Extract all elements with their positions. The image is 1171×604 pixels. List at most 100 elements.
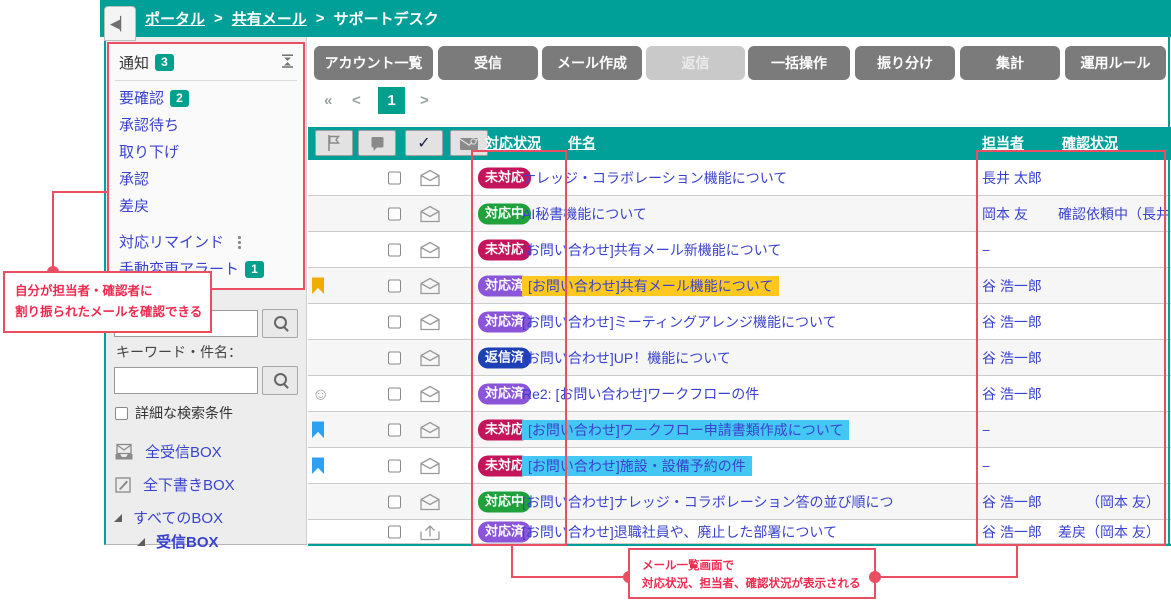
assignee-name[interactable]: 谷 浩一郎 bbox=[982, 312, 1070, 332]
assignee-name[interactable]: 谷 浩一郎 bbox=[982, 492, 1070, 512]
confirmation-status: （岡本 友） bbox=[1058, 492, 1171, 512]
mail-subject-link[interactable]: AI秘書機能について bbox=[517, 204, 962, 224]
mail-table-row[interactable]: 対応済[お問い合わせ]ミーティングアレンジ機能について谷 浩一郎 bbox=[308, 304, 1171, 340]
mail-status-filter-button[interactable] bbox=[450, 130, 488, 156]
row-checkbox[interactable] bbox=[388, 387, 401, 400]
sort-assignee-header[interactable]: 担当者 bbox=[982, 127, 1024, 160]
breadcrumb-shared-mail-link[interactable]: 共有メール bbox=[232, 8, 307, 29]
notification-item[interactable]: 差戻 bbox=[109, 193, 303, 220]
sort-status-header[interactable]: 対応状況 bbox=[485, 127, 541, 160]
mail-table-row[interactable]: 未対応ナレッジ・コラボレーション機能について長井 太郎 bbox=[308, 160, 1171, 196]
advanced-search-checkbox[interactable] bbox=[115, 407, 128, 420]
pagination-next-button[interactable]: > bbox=[420, 88, 429, 114]
breadcrumb-separator: > bbox=[316, 10, 325, 27]
more-options-icon[interactable] bbox=[238, 236, 241, 249]
mail-table-row[interactable]: ☺対応済Re2: [お問い合わせ]ワークフローの件谷 浩一郎 bbox=[308, 376, 1171, 412]
assignee-name[interactable]: 谷 浩一郎 bbox=[982, 522, 1070, 542]
mail-subject-link[interactable]: [お問い合わせ]施設・設備予約の件 bbox=[517, 456, 962, 476]
assignee-name[interactable]: − bbox=[982, 458, 1070, 474]
row-checkbox[interactable] bbox=[388, 171, 401, 184]
notification-item[interactable]: 承認 bbox=[109, 166, 303, 193]
mail-subject-link[interactable]: ナレッジ・コラボレーション機能について bbox=[517, 168, 962, 188]
smiley-icon: ☺ bbox=[312, 385, 329, 402]
row-checkbox[interactable] bbox=[388, 495, 401, 508]
mail-subject-link[interactable]: [お問い合わせ]共有メール機能について bbox=[517, 276, 962, 296]
search-button-1[interactable] bbox=[262, 309, 298, 338]
notification-item-label: 差戻 bbox=[119, 193, 149, 220]
pagination-prev-button[interactable]: < bbox=[352, 88, 361, 114]
toolbar-button-6[interactable]: 振り分け bbox=[855, 46, 955, 80]
notification-item[interactable]: 対応リマインド bbox=[109, 229, 303, 256]
gold-bookmark-icon bbox=[312, 277, 324, 294]
notification-item[interactable]: 要確認2 bbox=[109, 85, 303, 112]
row-checkbox[interactable] bbox=[388, 279, 401, 292]
toolbar-button-7[interactable]: 集計 bbox=[960, 46, 1060, 80]
row-checkbox[interactable] bbox=[388, 351, 401, 364]
flag-filter-button[interactable] bbox=[315, 130, 353, 156]
toolbar-button-8[interactable]: 運用ルール bbox=[1065, 46, 1166, 80]
search-icon bbox=[274, 373, 287, 386]
mail-closed-icon bbox=[419, 277, 441, 294]
mail-subject-link[interactable]: [お問い合わせ]ワークフロー申請書類作成について bbox=[517, 420, 962, 440]
mail-closed-icon bbox=[419, 241, 441, 258]
mail-person-icon bbox=[459, 136, 479, 151]
draft-icon bbox=[114, 476, 132, 494]
advanced-search-label: 詳細な検索条件 bbox=[135, 403, 233, 423]
note-filter-button[interactable] bbox=[358, 130, 396, 156]
mail-table-row[interactable]: 未対応[お問い合わせ]ワークフロー申請書類作成について− bbox=[308, 412, 1171, 448]
breadcrumb-portal-link[interactable]: ポータル bbox=[145, 8, 205, 29]
panel-collapse-icon[interactable] bbox=[280, 54, 295, 72]
toolbar-button-5[interactable]: 一括操作 bbox=[748, 46, 850, 80]
notification-panel-header: 通知 3 bbox=[109, 44, 303, 78]
toolbar-button-2[interactable]: 受信 bbox=[438, 46, 538, 80]
mail-table-row[interactable]: 対応済[お問い合わせ]共有メール機能について谷 浩一郎 bbox=[308, 268, 1171, 304]
collapse-arrow-icon: ◀▏ bbox=[110, 16, 130, 32]
row-checkbox[interactable] bbox=[388, 315, 401, 328]
mail-table-row[interactable]: 対応中AI秘書機能について岡本 友確認依頼中（長井 bbox=[308, 196, 1171, 232]
row-checkbox[interactable] bbox=[388, 207, 401, 220]
mail-table-row[interactable]: 対応済[お問い合わせ]退職社員や、廃止した部署について谷 浩一郎差戻（岡本 友） bbox=[308, 520, 1171, 544]
annotation-connector bbox=[1016, 546, 1018, 578]
mail-table-row[interactable]: 対応中[お問い合わせ]ナレッジ・コラボレーション答の並び順につ谷 浩一郎（岡本 … bbox=[308, 484, 1171, 520]
mail-table-row[interactable]: 未対応[お問い合わせ]共有メール新機能について− bbox=[308, 232, 1171, 268]
mail-subject-link[interactable]: Re2: [お問い合わせ]ワークフローの件 bbox=[517, 384, 962, 404]
mailbox-item[interactable]: 全下書きBOX bbox=[114, 474, 235, 495]
mail-subject-link[interactable]: [お問い合わせ]共有メール新機能について bbox=[517, 240, 962, 260]
sidebar-collapse-button[interactable]: ◀▏ bbox=[104, 6, 136, 41]
assignee-name[interactable]: − bbox=[982, 242, 1070, 258]
mailbox-item[interactable]: 全受信BOX bbox=[114, 441, 222, 462]
assignee-name[interactable]: 谷 浩一郎 bbox=[982, 276, 1070, 296]
row-checkbox[interactable] bbox=[388, 459, 401, 472]
assignee-name[interactable]: 岡本 友 bbox=[982, 204, 1070, 224]
mailbox-item[interactable]: すべてのBOX bbox=[114, 507, 223, 528]
mail-table-row[interactable]: 未対応[お問い合わせ]施設・設備予約の件− bbox=[308, 448, 1171, 484]
sort-subject-header[interactable]: 件名 bbox=[568, 127, 596, 160]
table-bottom-border bbox=[308, 544, 1171, 546]
mail-table-row[interactable]: 返信済[お問い合わせ]UP！機能について谷 浩一郎 bbox=[308, 340, 1171, 376]
toolbar-button-3[interactable]: メール作成 bbox=[542, 46, 642, 80]
notification-item[interactable]: 承認待ち bbox=[109, 112, 303, 139]
mail-subject-link[interactable]: [お問い合わせ]ミーティングアレンジ機能について bbox=[517, 312, 962, 332]
assignee-name[interactable]: 長井 太郎 bbox=[982, 168, 1070, 188]
search-input-keyword[interactable] bbox=[114, 367, 258, 394]
pagination-first-button[interactable]: « bbox=[324, 88, 332, 114]
annotation-list-note: メール一覧画面で 対応状況、担当者、確認状況が表示される bbox=[628, 548, 876, 599]
row-checkbox[interactable] bbox=[388, 423, 401, 436]
notifications-title: 通知 bbox=[119, 52, 149, 73]
row-checkbox[interactable] bbox=[388, 525, 401, 538]
mail-subject-link[interactable]: [お問い合わせ]退職社員や、廃止した部署について bbox=[517, 522, 962, 542]
notification-item-label: 承認待ち bbox=[119, 112, 179, 139]
toolbar-button-1[interactable]: アカウント一覧 bbox=[314, 46, 433, 80]
mailbox-item[interactable]: 受信BOX bbox=[137, 531, 219, 552]
mail-subject-link[interactable]: [お問い合わせ]ナレッジ・コラボレーション答の並び順につ bbox=[517, 492, 962, 512]
assignee-name[interactable]: − bbox=[982, 422, 1070, 438]
notification-item[interactable]: 取り下げ bbox=[109, 139, 303, 166]
sort-confirmation-header[interactable]: 確認状況 bbox=[1062, 127, 1118, 160]
search-button-keyword[interactable] bbox=[262, 366, 298, 395]
row-checkbox[interactable] bbox=[388, 243, 401, 256]
check-filter-button[interactable]: ✓ bbox=[405, 130, 443, 156]
assignee-name[interactable]: 谷 浩一郎 bbox=[982, 348, 1070, 368]
mail-subject-link[interactable]: [お問い合わせ]UP！機能について bbox=[517, 348, 962, 368]
annotation-connector bbox=[876, 576, 1018, 578]
assignee-name[interactable]: 谷 浩一郎 bbox=[982, 384, 1070, 404]
